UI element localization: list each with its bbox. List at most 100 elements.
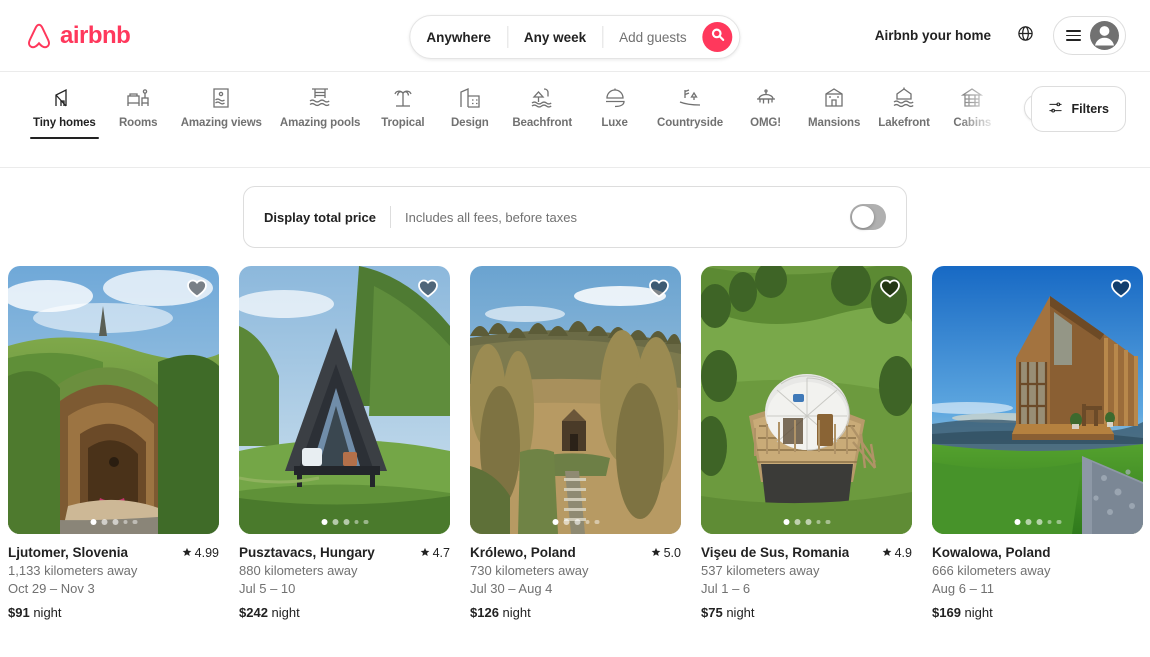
airbnb-logo[interactable]: airbnb (24, 20, 130, 52)
carousel-dot[interactable] (563, 519, 569, 525)
black-a-frame-cabin-image (239, 266, 450, 534)
category-label: Houseboats (1015, 117, 1018, 129)
carousel-dot[interactable] (133, 520, 138, 525)
favorite-heart-icon[interactable] (185, 276, 209, 300)
listing-image[interactable] (8, 266, 219, 534)
carousel-dot[interactable] (90, 519, 96, 525)
favorite-heart-icon[interactable] (878, 276, 902, 300)
category-omg[interactable]: OMG! (732, 86, 799, 139)
favorite-heart-icon[interactable] (416, 276, 440, 300)
category-label: Lakefront (878, 117, 930, 129)
listing-card[interactable]: Kowalowa, Poland 666 kilometers away Aug… (932, 266, 1143, 620)
listing-price-amount: $169 (932, 605, 961, 620)
listing-dates: Jul 1 – 6 (701, 581, 912, 596)
carousel-dot[interactable] (1057, 520, 1062, 525)
tiny-home-icon (52, 86, 76, 110)
listing-image[interactable] (701, 266, 912, 534)
search-dates-segment[interactable]: Any week (508, 30, 602, 45)
image-carousel-dots[interactable] (552, 519, 599, 525)
listing-card[interactable]: Królewo, Poland 5.0 730 kilometers away … (470, 266, 681, 620)
listing-title: Pusztavacs, Hungary (239, 545, 375, 560)
category-tiny-homes[interactable]: Tiny homes (24, 86, 105, 139)
listing-image[interactable] (470, 266, 681, 534)
listing-price: $126 night (470, 605, 681, 620)
listing-card[interactable]: Ljutomer, Slovenia 4.99 1,133 kilometers… (8, 266, 219, 620)
favorite-heart-icon[interactable] (647, 276, 671, 300)
listing-price: $75 night (701, 605, 912, 620)
carousel-dot[interactable] (574, 519, 580, 525)
category-design[interactable]: Design (436, 86, 503, 139)
category-lakefront[interactable]: Lakefront (869, 86, 939, 139)
category-mansions[interactable]: Mansions (799, 86, 869, 139)
carousel-dot[interactable] (585, 520, 590, 525)
carousel-dot[interactable] (595, 520, 600, 525)
listing-image[interactable] (239, 266, 450, 534)
category-luxe[interactable]: Luxe (581, 86, 648, 139)
category-list[interactable]: Tiny homes Rooms Amazing views (24, 86, 1017, 139)
carousel-dot[interactable] (332, 519, 338, 525)
image-carousel-dots[interactable] (1014, 519, 1061, 525)
category-label: Cabins (953, 117, 991, 129)
search-submit-button[interactable] (703, 22, 733, 52)
listing-card[interactable]: Vişeu de Sus, Romania 4.9 537 kilometers… (701, 266, 912, 620)
favorite-heart-icon[interactable] (1109, 276, 1133, 300)
filters-button[interactable]: Filters (1031, 86, 1126, 132)
carousel-dot[interactable] (343, 519, 349, 525)
carousel-dot[interactable] (783, 519, 789, 525)
image-carousel-dots[interactable] (783, 519, 830, 525)
countryside-icon (678, 86, 702, 110)
search-location-segment[interactable]: Anywhere (410, 30, 507, 45)
carousel-dot[interactable] (112, 519, 118, 525)
carousel-dot[interactable] (816, 520, 821, 525)
category-amazing-pools[interactable]: Amazing pools (271, 86, 369, 139)
carousel-dot[interactable] (1014, 519, 1020, 525)
carousel-dot[interactable] (794, 519, 800, 525)
search-guests-segment[interactable]: Add guests (603, 30, 701, 45)
category-beachfront[interactable]: Beachfront (503, 86, 581, 139)
carousel-dot[interactable] (805, 519, 811, 525)
listing-dates: Jul 30 – Aug 4 (470, 581, 681, 596)
listing-header: Vişeu de Sus, Romania 4.9 (701, 545, 912, 560)
carousel-dot[interactable] (552, 519, 558, 525)
image-carousel-dots[interactable] (90, 519, 137, 525)
cabin-icon (960, 86, 984, 110)
category-countryside[interactable]: Countryside (648, 86, 732, 139)
language-button[interactable] (1007, 18, 1043, 54)
carousel-dot[interactable] (1025, 519, 1031, 525)
header-right-group: Airbnb your home (863, 16, 1126, 55)
listing-image[interactable] (932, 266, 1143, 534)
star-icon (882, 546, 892, 560)
carousel-dot[interactable] (1036, 519, 1042, 525)
listing-dates: Oct 29 – Nov 3 (8, 581, 219, 596)
category-houseboats[interactable]: Houseboats (1006, 86, 1018, 139)
filters-label: Filters (1071, 102, 1109, 116)
total-price-toggle[interactable] (850, 204, 886, 230)
lakefront-icon (892, 86, 916, 110)
carousel-dot[interactable] (826, 520, 831, 525)
carousel-dot[interactable] (1047, 520, 1052, 525)
listing-card[interactable]: Pusztavacs, Hungary 4.7 880 kilometers a… (239, 266, 450, 620)
airbnb-your-home-link[interactable]: Airbnb your home (863, 18, 1003, 53)
category-label: Tropical (381, 117, 424, 129)
carousel-dot[interactable] (101, 519, 107, 525)
category-cabins[interactable]: Cabins (939, 86, 1006, 139)
omg-icon (754, 86, 778, 110)
listing-price-unit: night (965, 605, 993, 620)
category-rooms[interactable]: Rooms (105, 86, 172, 139)
listing-price-unit: night (272, 605, 300, 620)
user-menu-button[interactable] (1053, 16, 1126, 55)
listing-distance: 1,133 kilometers away (8, 563, 219, 578)
carousel-dot[interactable] (354, 520, 359, 525)
category-tropical[interactable]: Tropical (369, 86, 436, 139)
category-label: Tiny homes (33, 117, 96, 129)
category-amazing-views[interactable]: Amazing views (172, 86, 271, 139)
search-bar[interactable]: Anywhere Any week Add guests (409, 15, 740, 59)
carousel-dot[interactable] (123, 520, 128, 525)
carousel-dot[interactable] (321, 519, 327, 525)
listing-header: Kowalowa, Poland (932, 545, 1143, 560)
listing-rating-value: 4.9 (895, 546, 912, 560)
beachfront-icon (530, 86, 554, 110)
image-carousel-dots[interactable] (321, 519, 368, 525)
geodesic-dome-image (701, 266, 912, 534)
carousel-dot[interactable] (364, 520, 369, 525)
